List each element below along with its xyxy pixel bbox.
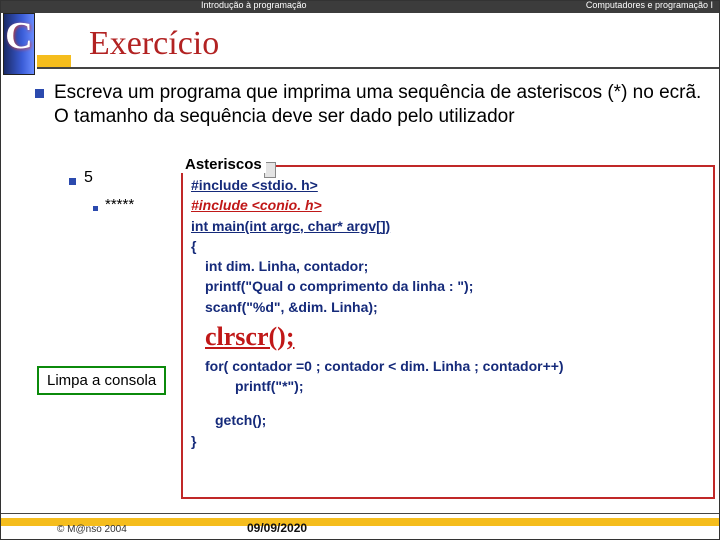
code-line: {	[191, 236, 711, 256]
bullet-icon	[35, 89, 44, 98]
footer: © M@nso 2004 09/09/2020	[1, 513, 719, 539]
code-line: printf("*");	[191, 376, 711, 396]
header-left: Introdução à programação	[201, 0, 307, 10]
bullet-icon	[69, 178, 76, 185]
header-band: Introdução à programação Computadores e …	[1, 1, 719, 13]
title-underline	[37, 67, 719, 69]
exercise-prompt: Escreva um programa que imprima uma sequ…	[54, 81, 709, 129]
code-line: int dim. Linha, contador;	[191, 256, 711, 276]
example-output-row: *****	[93, 196, 134, 213]
logo-c: C	[3, 13, 35, 75]
footer-copyright: © M@nso 2004	[57, 524, 127, 535]
logo-letter: C	[5, 14, 32, 58]
code-line: getch();	[191, 410, 711, 430]
code-block-title: Asteriscos	[181, 156, 266, 173]
code-line: }	[191, 431, 711, 451]
example-input-row: 5	[69, 169, 93, 187]
page-title: Exercício	[89, 25, 219, 63]
callout-box: Limpa a consola	[37, 366, 166, 395]
footer-date: 09/09/2020	[247, 521, 307, 535]
callout-text: Limpa a consola	[47, 372, 156, 389]
code-highlight: clrscr();	[205, 322, 294, 351]
header-right: Computadores e programação I	[586, 0, 713, 10]
code-line: printf("Qual o comprimento da linha : ")…	[191, 276, 711, 296]
code-line: #include <stdio. h>	[191, 175, 711, 195]
code-content: #include <stdio. h> #include <conio. h> …	[191, 175, 711, 451]
code-line: scanf("%d", &dim. Linha);	[191, 297, 711, 317]
accent-block	[37, 55, 71, 67]
example-input: 5	[84, 169, 93, 187]
code-line: int main(int argc, char* argv[])	[191, 216, 711, 236]
example-output: *****	[105, 196, 134, 213]
code-line: for( contador =0 ; contador < dim. Linha…	[191, 356, 711, 376]
code-line: #include <conio. h>	[191, 195, 711, 215]
bullet-icon	[93, 206, 98, 211]
